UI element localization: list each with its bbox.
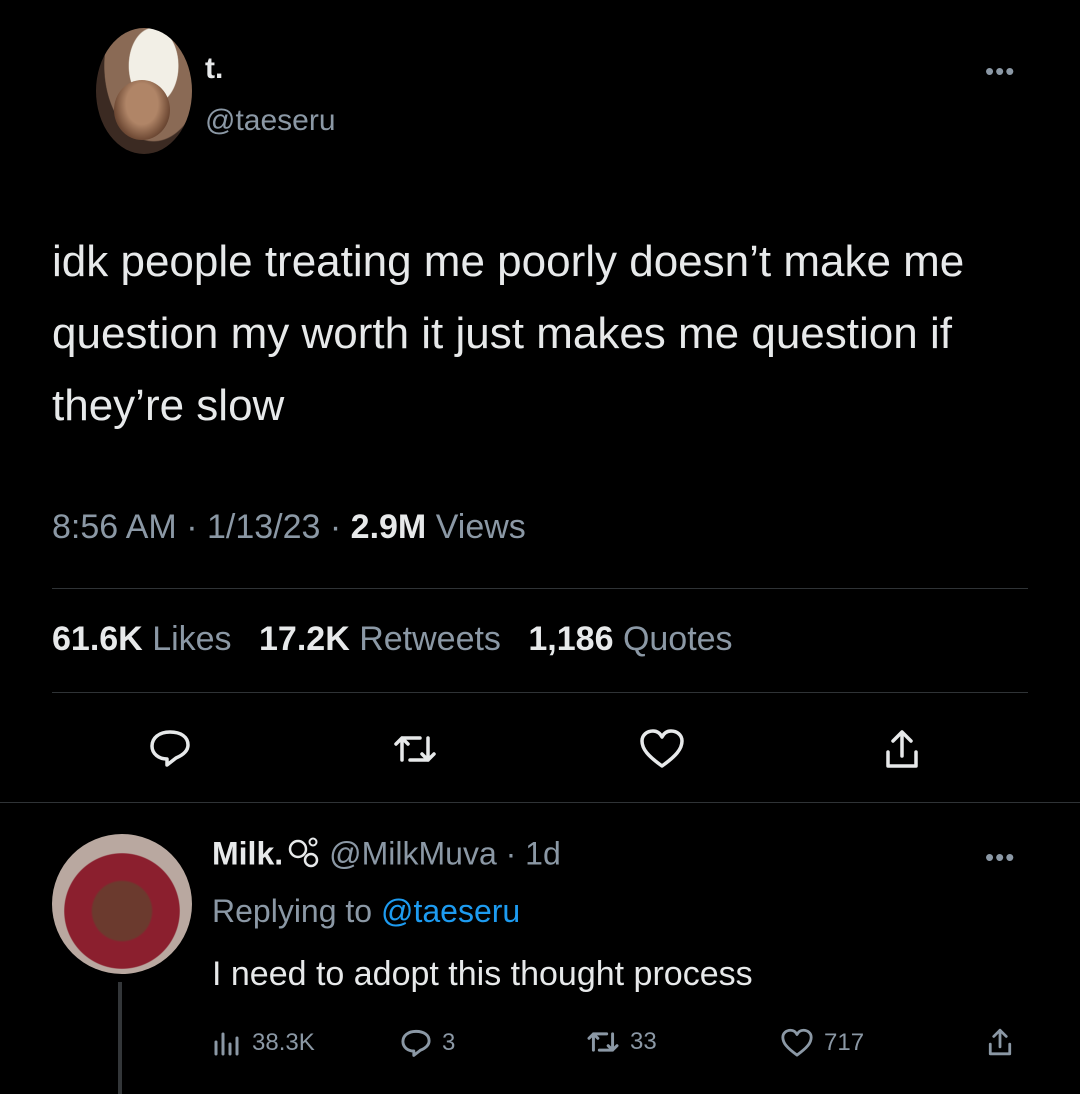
reply-share-button[interactable] xyxy=(986,1026,1014,1058)
reply-text: I need to adopt this thought process xyxy=(212,955,753,993)
separator: · xyxy=(505,835,517,872)
reply-views[interactable]: 38.3K xyxy=(212,1028,315,1058)
reply-retweet-button[interactable]: 33 xyxy=(586,1028,657,1056)
retweet-button[interactable] xyxy=(392,730,438,768)
bubbles-emoji-icon xyxy=(287,835,321,877)
reply-button[interactable] xyxy=(148,728,192,768)
share-button[interactable] xyxy=(882,726,922,772)
divider xyxy=(0,802,1080,803)
retweet-icon xyxy=(394,736,436,762)
divider xyxy=(52,588,1028,589)
reply-replies-button[interactable]: 3 xyxy=(400,1028,455,1058)
replying-to-handle[interactable]: @taeseru xyxy=(381,893,520,929)
author-handle[interactable]: @taeseru xyxy=(205,104,336,138)
views-bars-icon xyxy=(214,1032,239,1056)
reply-bubble-icon xyxy=(150,730,190,767)
separator: · xyxy=(186,508,198,546)
reply-bubble-icon xyxy=(401,1029,431,1057)
reply-likes-count: 717 xyxy=(824,1029,865,1056)
more-options-button[interactable]: ••• xyxy=(985,56,1015,87)
heart-icon xyxy=(781,1028,813,1057)
reply-author-avatar[interactable] xyxy=(52,834,192,974)
separator: · xyxy=(329,508,342,546)
heart-icon xyxy=(640,729,684,768)
tweet-meta: 8:56 AM · 1/13/23 · 2.9M Views xyxy=(52,508,526,547)
views-label: Views xyxy=(435,508,526,546)
retweet-icon xyxy=(587,1032,619,1052)
reply-like-button[interactable]: 717 xyxy=(780,1028,864,1058)
reply-retweets-count: 33 xyxy=(630,1028,657,1055)
reply-replies-count: 3 xyxy=(442,1029,456,1056)
more-dots-icon: ••• xyxy=(985,842,1016,872)
tweet-date[interactable]: 1/13/23 xyxy=(207,508,320,546)
more-dots-icon: ••• xyxy=(985,56,1016,86)
author-avatar[interactable] xyxy=(96,28,192,154)
tweet-time[interactable]: 8:56 AM xyxy=(52,508,177,546)
tweet-stats: 61.6K Likes 17.2K Retweets 1,186 Quotes xyxy=(52,620,751,659)
retweets-stat[interactable]: 17.2K Retweets xyxy=(259,620,501,658)
reply-age[interactable]: 1d xyxy=(525,835,561,871)
like-button[interactable] xyxy=(638,728,686,770)
reply-author-handle[interactable]: @MilkMuva xyxy=(329,835,497,871)
divider xyxy=(52,692,1028,693)
replying-prefix: Replying to xyxy=(212,893,373,929)
replying-to: Replying to @taeseru xyxy=(212,893,520,930)
thread-line xyxy=(118,982,122,1094)
share-icon xyxy=(886,730,918,768)
reply-header: Milk. @MilkMuva · 1d xyxy=(212,835,561,877)
likes-stat[interactable]: 61.6K Likes xyxy=(52,620,232,658)
quotes-stat[interactable]: 1,186 Quotes xyxy=(528,620,732,658)
tweet-text: idk people treating me poorly doesn’t ma… xyxy=(52,237,965,430)
reply-views-count: 38.3K xyxy=(252,1029,315,1056)
views-count: 2.9M xyxy=(350,508,427,546)
reply-author-name[interactable]: Milk. xyxy=(212,835,283,871)
author-name[interactable]: t. xyxy=(205,52,223,86)
reply-more-options-button[interactable]: ••• xyxy=(985,842,1015,873)
share-icon xyxy=(988,1028,1012,1056)
